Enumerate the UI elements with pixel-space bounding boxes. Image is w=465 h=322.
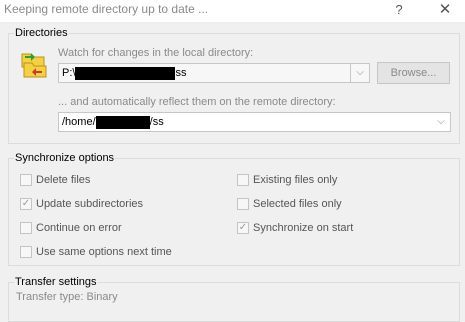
remote-directory-label: ... and automatically reflect them on th… [58,96,336,108]
window-title: Keeping remote directory up to date ... [4,2,209,16]
check-icon[interactable]: ✓ [237,222,249,234]
local-directory-prefix: P:\ [62,67,76,79]
selected-files-only-checkbox[interactable]: Selected files only [237,197,437,213]
use-same-options-checkbox[interactable]: Use same options next time [20,245,240,261]
transfer-settings-group-title: Transfer settings [14,276,98,288]
check-icon[interactable]: ✓ [20,198,32,210]
redaction-bar [95,115,150,129]
continue-on-error-checkbox[interactable]: Continue on error [20,221,220,237]
transfer-type-text: Transfer type: Binary [16,291,118,303]
checkbox-box[interactable] [237,198,249,210]
synchronize-on-start-checkbox[interactable]: ✓ Synchronize on start [237,221,437,237]
checkbox-box[interactable] [237,174,249,186]
existing-files-only-checkbox[interactable]: Existing files only [237,173,437,189]
folder-sync-icon [20,47,48,79]
update-subdirectories-checkbox[interactable]: ✓ Update subdirectories [20,197,220,213]
remote-directory-suffix: /ss [149,116,164,128]
directories-group-title: Directories [14,27,69,39]
browse-button[interactable]: Browse... [377,62,450,84]
local-directory-field[interactable]: P:\ ss ⌵ [58,63,370,83]
title-bar: Keeping remote directory up to date ... … [0,0,465,22]
checkbox-box[interactable] [20,222,32,234]
chevron-down-icon[interactable]: ⌵ [432,113,450,131]
close-icon[interactable]: ✕ [430,0,460,22]
remote-directory-prefix: /home/ [62,116,96,128]
sync-options-group-title: Synchronize options [14,152,116,164]
help-icon[interactable]: ? [384,0,414,22]
local-directory-suffix: ss [175,67,187,79]
remote-directory-field[interactable]: /home/ /ss ⌵ [58,112,451,132]
redaction-bar [75,66,176,80]
chevron-down-icon[interactable]: ⌵ [350,64,369,82]
checkbox-box[interactable] [20,246,32,258]
checkbox-box[interactable] [20,174,32,186]
delete-files-checkbox[interactable]: Delete files [20,173,220,189]
local-directory-label: Watch for changes in the local directory… [58,47,254,59]
